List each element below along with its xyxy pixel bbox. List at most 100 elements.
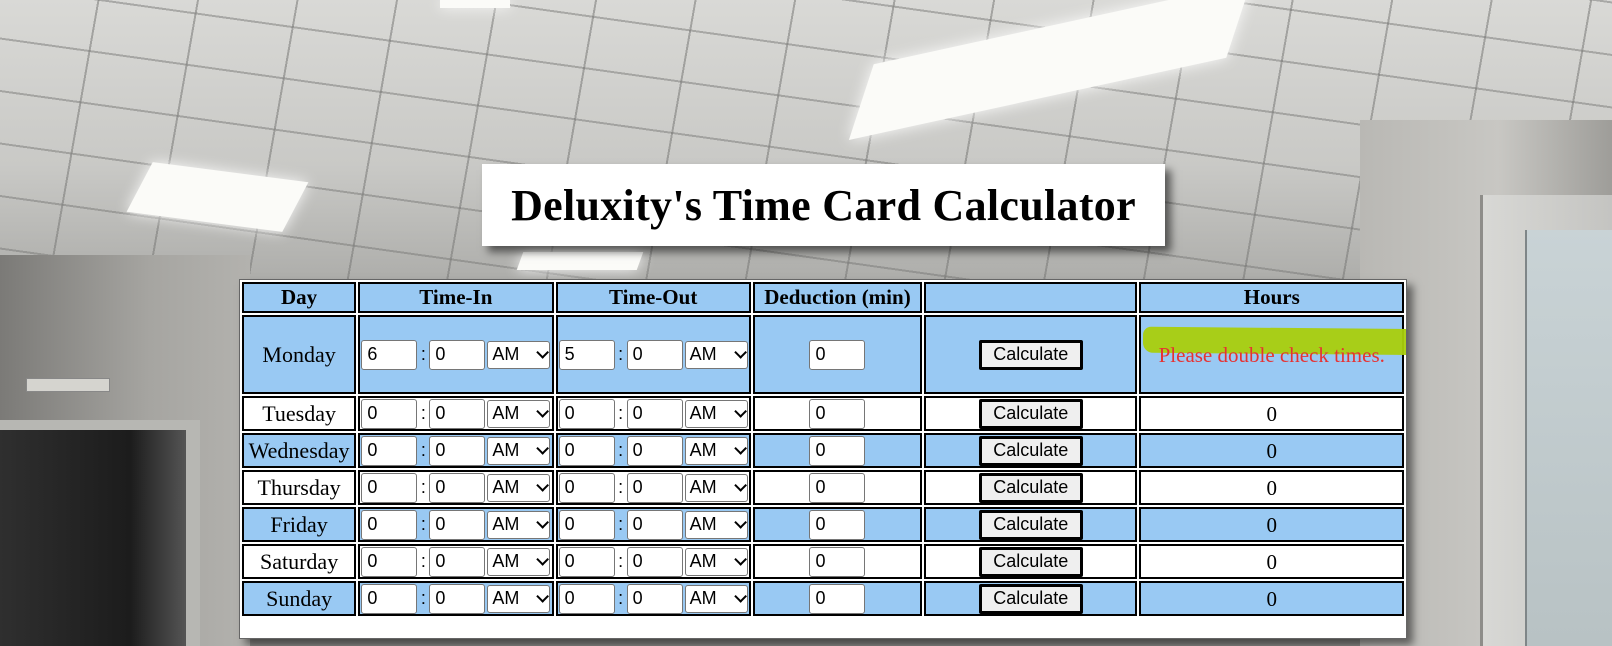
time-in-ampm-select[interactable]: AM: [487, 510, 551, 539]
time-out-minute-input[interactable]: [626, 398, 683, 429]
time-in-ampm-select[interactable]: AM: [487, 584, 551, 613]
time-out-cell: : AM: [555, 433, 751, 468]
time-in-minute-input[interactable]: [429, 546, 486, 577]
time-in-ampm-select[interactable]: AM: [487, 340, 551, 369]
time-in-hour-input[interactable]: [361, 509, 418, 540]
elevator-door: [0, 420, 200, 646]
header-deduction: Deduction (min): [752, 282, 923, 313]
time-out-minute-input[interactable]: [626, 509, 683, 540]
calculate-cell: Calculate: [924, 396, 1138, 431]
deduction-input[interactable]: [809, 472, 866, 503]
hours-value: 0: [1266, 512, 1277, 537]
time-in-minute-input[interactable]: [429, 472, 486, 503]
time-in-ampm-select[interactable]: AM: [487, 473, 551, 502]
time-out-hour-input[interactable]: [558, 398, 615, 429]
time-in-hour-input[interactable]: [361, 583, 418, 614]
time-in-cell: : AM: [358, 315, 554, 394]
chevron-down-icon: [536, 516, 550, 529]
time-in-ampm-select[interactable]: AM: [487, 399, 551, 428]
calculate-cell: Calculate: [924, 315, 1138, 394]
hours-value: 0: [1266, 438, 1277, 463]
deduction-input[interactable]: [809, 398, 866, 429]
time-out-ampm-select[interactable]: AM: [684, 399, 748, 428]
calculate-button[interactable]: Calculate: [978, 472, 1083, 503]
time-out-ampm-select[interactable]: AM: [684, 547, 748, 576]
time-in-cell: : AM: [358, 433, 554, 468]
deduction-input[interactable]: [809, 339, 866, 370]
time-out-minute-input[interactable]: [626, 339, 683, 370]
deduction-input[interactable]: [809, 546, 866, 577]
deduction-cell: [752, 470, 923, 505]
time-in-minute-input[interactable]: [429, 435, 486, 466]
deduction-cell: [752, 396, 923, 431]
deduction-input[interactable]: [809, 583, 866, 614]
time-out-ampm-select[interactable]: AM: [684, 473, 748, 502]
day-cell: Saturday: [242, 544, 357, 579]
time-out-hour-input[interactable]: [558, 583, 615, 614]
time-out-hour-input[interactable]: [558, 509, 615, 540]
page-title: Deluxity's Time Card Calculator: [511, 180, 1136, 230]
time-out-cell: : AM: [555, 507, 751, 542]
time-out-ampm-select[interactable]: AM: [684, 340, 748, 369]
chevron-down-icon: [733, 479, 747, 492]
calculate-button[interactable]: Calculate: [978, 509, 1083, 540]
deduction-input[interactable]: [809, 435, 866, 466]
table-row: Tuesday : AM : AM: [242, 396, 1404, 431]
time-out-ampm-select[interactable]: AM: [684, 436, 748, 465]
calculate-button[interactable]: Calculate: [978, 339, 1083, 370]
time-card-panel: Day Time-In Time-Out Deduction (min) Hou…: [239, 279, 1407, 639]
time-card-table: Day Time-In Time-Out Deduction (min) Hou…: [240, 280, 1406, 618]
time-separator: :: [420, 440, 426, 460]
time-separator: :: [420, 514, 426, 534]
time-in-hour-input[interactable]: [361, 398, 418, 429]
header-time-out: Time-Out: [555, 282, 751, 313]
ampm-value: AM: [492, 477, 520, 497]
time-in-hour-input[interactable]: [361, 472, 418, 503]
time-out-minute-input[interactable]: [626, 472, 683, 503]
calculate-cell: Calculate: [924, 544, 1138, 579]
time-out-ampm-select[interactable]: AM: [684, 584, 748, 613]
time-in-ampm-select[interactable]: AM: [487, 436, 551, 465]
day-label: Sunday: [266, 585, 333, 611]
time-in-hour-input[interactable]: [361, 546, 418, 577]
time-in-minute-input[interactable]: [429, 339, 486, 370]
time-in-hour-input[interactable]: [361, 339, 418, 370]
time-separator: :: [618, 588, 624, 608]
time-in-ampm-select[interactable]: AM: [487, 547, 551, 576]
calculate-button[interactable]: Calculate: [978, 435, 1083, 466]
chevron-down-icon: [733, 346, 747, 359]
time-separator: :: [420, 403, 426, 423]
time-out-hour-input[interactable]: [558, 339, 615, 370]
time-in-hour-input[interactable]: [361, 435, 418, 466]
time-separator: :: [618, 344, 624, 364]
day-label: Wednesday: [248, 437, 350, 463]
time-in-minute-input[interactable]: [429, 398, 486, 429]
time-out-hour-input[interactable]: [558, 435, 615, 466]
ampm-value: AM: [492, 588, 520, 608]
hours-cell: 0: [1139, 396, 1404, 431]
time-in-minute-input[interactable]: [429, 509, 486, 540]
calculate-cell: Calculate: [924, 433, 1138, 468]
time-separator: :: [420, 344, 426, 364]
calculate-button[interactable]: Calculate: [978, 546, 1083, 577]
time-out-minute-input[interactable]: [626, 435, 683, 466]
ampm-value: AM: [492, 514, 520, 534]
time-in-minute-input[interactable]: [429, 583, 486, 614]
day-cell: Monday: [242, 315, 357, 394]
chevron-down-icon: [733, 553, 747, 566]
time-out-minute-input[interactable]: [626, 583, 683, 614]
time-out-hour-input[interactable]: [558, 546, 615, 577]
day-cell: Wednesday: [242, 433, 357, 468]
time-separator: :: [618, 403, 624, 423]
time-out-cell: : AM: [555, 396, 751, 431]
time-out-minute-input[interactable]: [626, 546, 683, 577]
chevron-down-icon: [733, 590, 747, 603]
time-out-ampm-select[interactable]: AM: [684, 510, 748, 539]
deduction-input[interactable]: [809, 509, 866, 540]
time-out-hour-input[interactable]: [558, 472, 615, 503]
day-label: Monday: [262, 341, 336, 367]
ampm-value: AM: [689, 477, 717, 497]
calculate-button[interactable]: Calculate: [978, 583, 1083, 614]
calculate-button[interactable]: Calculate: [978, 398, 1083, 429]
chevron-down-icon: [733, 442, 747, 455]
